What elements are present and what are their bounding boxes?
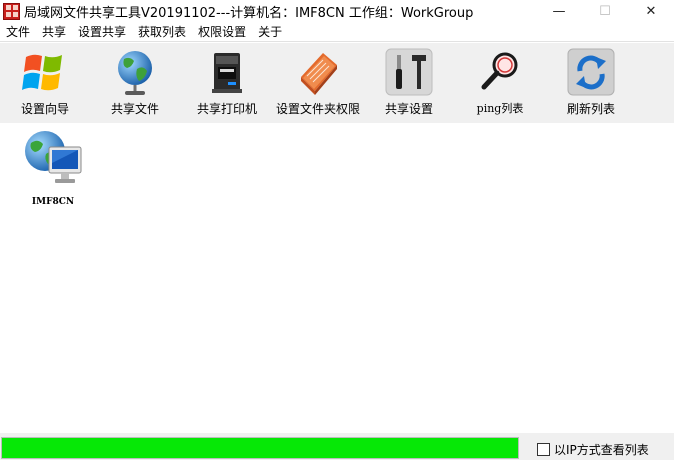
ip-view-checkbox[interactable] (537, 443, 550, 456)
ip-view-label: 以IP方式查看列表 (554, 443, 649, 457)
folder-permissions-button[interactable]: 设置文件夹权限 (276, 47, 360, 117)
computer-list: IMF8CN (0, 123, 674, 433)
ping-list-button[interactable]: ping列表 (474, 47, 526, 117)
wizard-button[interactable]: 设置向导 (20, 47, 70, 117)
toolbar: 设置向导 共享文件 共享打印机 设置文件夹权限 共享设置 ping列表 刷新列表 (0, 43, 674, 123)
menu-file[interactable]: 文件 (0, 22, 36, 42)
progress-bar (1, 437, 519, 459)
magnifier-icon (475, 47, 525, 97)
refresh-icon (566, 47, 616, 97)
status-bar: 以IP方式查看列表 (0, 433, 674, 460)
menu-share[interactable]: 共享 (36, 22, 72, 42)
refresh-list-button[interactable]: 刷新列表 (566, 47, 616, 117)
globe-icon (110, 47, 160, 97)
share-files-label: 共享文件 (110, 102, 159, 116)
title-bar: 局域网文件共享工具V20191102---计算机名：IMF8CN 工作组：Wor… (0, 0, 674, 22)
minimize-button[interactable]: — (536, 0, 582, 22)
share-printer-label: 共享打印机 (196, 102, 257, 116)
share-printer-button[interactable]: 共享打印机 (196, 47, 258, 117)
tools-icon (384, 47, 434, 97)
window-controls: — ☐ ✕ (536, 0, 674, 22)
menu-get-list[interactable]: 获取列表 (132, 22, 192, 42)
windows-flag-icon (20, 47, 70, 97)
window-title: 局域网文件共享工具V20191102---计算机名：IMF8CN 工作组：Wor… (24, 5, 474, 21)
refresh-list-label: 刷新列表 (566, 102, 615, 116)
ping-list-label: ping列表 (476, 102, 524, 115)
menu-bar: 文件 共享 设置共享 获取列表 权限设置 关于 (0, 22, 674, 42)
maximize-button[interactable]: ☐ (582, 0, 628, 22)
close-button[interactable]: ✕ (628, 0, 674, 22)
ip-view-toggle[interactable]: 以IP方式查看列表 (537, 441, 649, 458)
notebook-icon (293, 47, 343, 97)
share-settings-button[interactable]: 共享设置 (384, 47, 434, 117)
printer-icon (202, 47, 252, 97)
menu-permissions[interactable]: 权限设置 (192, 22, 252, 42)
wizard-label: 设置向导 (20, 102, 69, 116)
app-window: 局域网文件共享工具V20191102---计算机名：IMF8CN 工作组：Wor… (0, 0, 674, 460)
share-settings-label: 共享设置 (384, 102, 433, 116)
computer-item[interactable]: IMF8CN (18, 127, 88, 207)
computer-name: IMF8CN (31, 197, 75, 207)
progress-fill (2, 438, 518, 458)
app-icon (3, 2, 20, 20)
menu-set-share[interactable]: 设置共享 (72, 22, 132, 42)
network-computer-icon (21, 127, 85, 191)
share-files-button[interactable]: 共享文件 (109, 47, 161, 117)
folder-permissions-label: 设置文件夹权限 (276, 102, 361, 116)
menu-about[interactable]: 关于 (252, 22, 288, 42)
